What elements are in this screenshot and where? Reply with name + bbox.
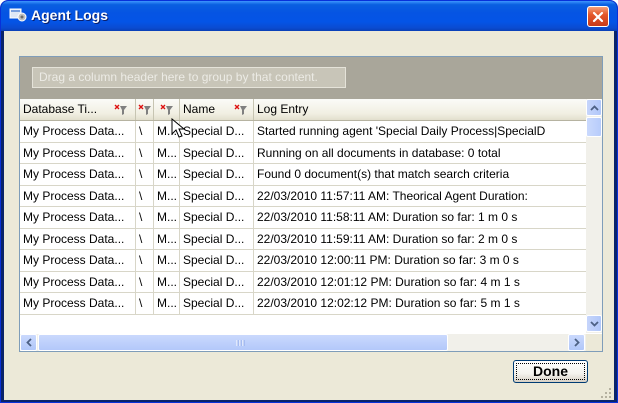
table-cell: \	[136, 250, 154, 271]
horizontal-scrollbar[interactable]	[20, 334, 586, 351]
table-row[interactable]: My Process Data... \ M... Special D... Found…	[20, 164, 586, 186]
table-cell: Special D...	[180, 207, 254, 228]
agent-logs-icon	[9, 8, 27, 22]
table-cell: 22/03/2010 12:02:12 PM: Duration so far:…	[257, 296, 520, 310]
table-cell: M...	[154, 185, 180, 207]
table-cell: 22/03/2010 12:01:12 PM: Duration so far:…	[257, 274, 520, 289]
group-by-hint: Drag a column header here to group by th…	[32, 67, 346, 88]
column-header-label: Name	[183, 102, 216, 116]
table-cell: Special D...	[180, 293, 254, 314]
table-cell: 22/03/2010 12:00:11 PM: Duration so far:…	[257, 253, 519, 267]
table-cell: M...	[154, 228, 180, 250]
filter-icon[interactable]	[160, 104, 174, 116]
column-header-database-title[interactable]: Database Ti...	[20, 99, 136, 120]
chevron-right-icon	[573, 338, 580, 347]
mouse-cursor-icon	[171, 118, 186, 138]
table-cell: \	[136, 228, 154, 250]
table-cell: My Process Data...	[20, 271, 136, 293]
resize-grip-icon[interactable]	[600, 387, 612, 399]
table-cell: 22/03/2010 11:57:11 AM: Theorical Agent …	[257, 188, 528, 203]
agent-logs-window: Agent Logs Drag a column header here to …	[0, 0, 618, 403]
chevron-down-icon	[589, 320, 599, 327]
table-row[interactable]: My Process Data... \ M... Special D... 22/03…	[20, 293, 586, 315]
table-row[interactable]: My Process Data... \ M... Special D... 22/03…	[20, 207, 586, 229]
table-cell: My Process Data...	[20, 293, 136, 314]
column-header-2[interactable]	[136, 99, 154, 120]
table-row[interactable]: My Process Data... \ M... Special D... 22/03…	[20, 185, 586, 207]
column-header-3[interactable]	[154, 99, 180, 120]
table-cell: Special D...	[180, 142, 254, 164]
column-header-name[interactable]: Name	[180, 99, 254, 120]
scroll-right-button[interactable]	[568, 334, 585, 351]
table-cell: My Process Data...	[20, 228, 136, 250]
vertical-scrollbar[interactable]	[586, 99, 602, 333]
table-cell: My Process Data...	[20, 164, 136, 185]
table-cell: \	[136, 293, 154, 314]
table-cell: \	[136, 121, 154, 142]
filter-icon[interactable]	[234, 104, 248, 116]
table-cell: Started running agent 'Special Daily Pro…	[257, 124, 546, 138]
table-cell: M...	[154, 250, 180, 271]
table-row[interactable]: My Process Data... \ M... Special D... 22/03…	[20, 228, 586, 250]
scroll-down-button[interactable]	[586, 315, 602, 332]
table-row[interactable]: My Process Data... \ M... Special D... 22/03…	[20, 271, 586, 293]
table-cell: \	[136, 164, 154, 185]
column-header-log-entry[interactable]: Log Entry	[254, 99, 586, 120]
log-grid: Drag a column header here to group by th…	[19, 56, 603, 352]
table-cell: \	[136, 207, 154, 228]
close-button[interactable]	[587, 6, 609, 27]
scroll-up-button[interactable]	[586, 99, 602, 116]
table-cell: M...	[154, 271, 180, 293]
group-by-area[interactable]: Drag a column header here to group by th…	[20, 57, 602, 99]
window-title: Agent Logs	[31, 7, 108, 23]
horizontal-scroll-thumb[interactable]	[38, 334, 448, 351]
table-cell: \	[136, 142, 154, 164]
done-button[interactable]: Done	[513, 360, 588, 383]
column-header-label: Log Entry	[257, 102, 309, 116]
table-cell: 22/03/2010 11:58:11 AM: Duration so far:…	[257, 210, 518, 224]
table-cell: Special D...	[180, 271, 254, 293]
table-cell: \	[136, 185, 154, 207]
table-cell: \	[136, 271, 154, 293]
column-header-label: Database Ti...	[23, 102, 98, 116]
table-row[interactable]: My Process Data... \ M... Special D... Runni…	[20, 142, 586, 164]
column-header-row: Database Ti... Name Log Entry	[20, 99, 586, 121]
filter-icon[interactable]	[138, 104, 152, 116]
scroll-left-button[interactable]	[20, 334, 37, 351]
table-cell: Running on all documents in database: 0 …	[257, 145, 501, 160]
table-row[interactable]: My Process Data... \ M... Special D... Start…	[20, 121, 586, 143]
table-cell: My Process Data...	[20, 185, 136, 207]
table-cell: Special D...	[180, 185, 254, 207]
filter-icon[interactable]	[114, 104, 128, 116]
table-cell: Found 0 document(s) that match search cr…	[257, 167, 510, 181]
title-bar[interactable]: Agent Logs	[1, 1, 617, 31]
table-cell: My Process Data...	[20, 207, 136, 228]
table-cell: Special D...	[180, 121, 254, 142]
table-cell: Special D...	[180, 250, 254, 271]
dialog-body: Drag a column header here to group by th…	[4, 31, 614, 400]
table-cell: M...	[154, 164, 180, 185]
scrollbar-corner	[586, 334, 602, 351]
vertical-scroll-thumb[interactable]	[586, 117, 602, 137]
table-cell: My Process Data...	[20, 250, 136, 271]
table-cell: My Process Data...	[20, 142, 136, 164]
table-cell: M...	[154, 142, 180, 164]
log-rows: My Process Data... \ M... Special D... Start…	[20, 121, 586, 315]
table-cell: M...	[154, 207, 180, 228]
table-row[interactable]: My Process Data... \ M... Special D... 22/03…	[20, 250, 586, 272]
table-cell: My Process Data...	[20, 121, 136, 142]
grip-icon	[236, 340, 245, 346]
table-cell: Special D...	[180, 228, 254, 250]
chevron-up-icon	[589, 104, 599, 111]
table-cell: M...	[154, 293, 180, 314]
chevron-left-icon	[25, 338, 32, 347]
table-cell: 22/03/2010 11:59:11 AM: Duration so far:…	[257, 231, 518, 246]
close-icon	[592, 11, 604, 22]
table-cell: Special D...	[180, 164, 254, 185]
